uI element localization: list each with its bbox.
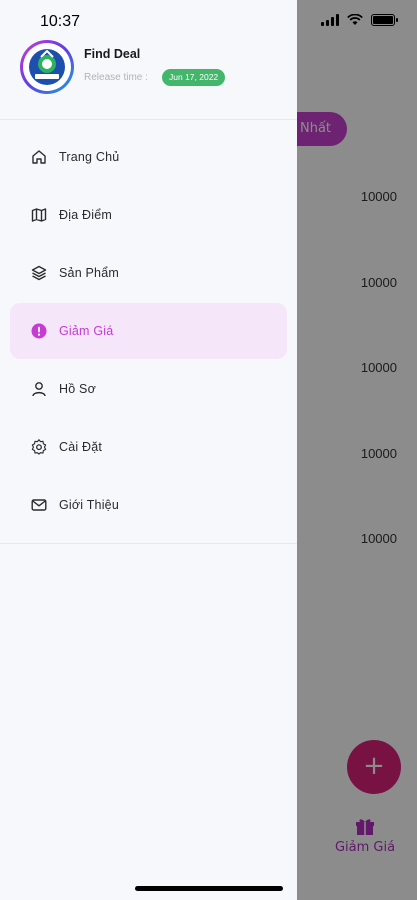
drawer-item-label: Sản Phẩm bbox=[59, 266, 119, 280]
settings-icon bbox=[30, 438, 48, 456]
drawer-item-locations[interactable]: Địa Điểm bbox=[10, 187, 287, 243]
header-divider bbox=[0, 119, 297, 120]
discount-icon bbox=[30, 322, 48, 340]
drawer-item-label: Địa Điểm bbox=[59, 208, 112, 222]
logo-icon bbox=[29, 49, 65, 85]
drawer-item-about[interactable]: Giới Thiệu bbox=[10, 477, 287, 533]
drawer-item-label: Hồ Sơ bbox=[59, 382, 96, 396]
drawer-item-label: Giới Thiệu bbox=[59, 498, 119, 512]
home-icon bbox=[30, 148, 48, 166]
app-name: Find Deal bbox=[84, 47, 141, 61]
navigation-drawer: 10:37 Find Deal Release time : Jun 17, 2… bbox=[0, 0, 297, 900]
mail-icon bbox=[30, 496, 48, 514]
release-time-label: Release time : bbox=[84, 72, 148, 83]
drawer-item-discounts[interactable]: Giảm Giá bbox=[10, 303, 287, 359]
drawer-item-label: Giảm Giá bbox=[59, 324, 114, 338]
drawer-item-home[interactable]: Trang Chủ bbox=[10, 129, 287, 185]
menu-divider bbox=[0, 543, 297, 544]
drawer-item-products[interactable]: Sản Phẩm bbox=[10, 245, 287, 301]
drawer-item-label: Cài Đặt bbox=[59, 440, 103, 454]
app-logo-avatar bbox=[20, 40, 74, 94]
drawer-item-profile[interactable]: Hồ Sơ bbox=[10, 361, 287, 417]
layers-icon bbox=[30, 264, 48, 282]
map-icon bbox=[30, 206, 48, 224]
release-date-badge: Jun 17, 2022 bbox=[162, 69, 226, 86]
drawer-item-settings[interactable]: Cài Đặt bbox=[10, 419, 287, 475]
drawer-item-label: Trang Chủ bbox=[59, 150, 120, 164]
home-indicator[interactable] bbox=[135, 886, 283, 891]
user-icon bbox=[30, 380, 48, 398]
status-time: 10:37 bbox=[40, 13, 81, 30]
